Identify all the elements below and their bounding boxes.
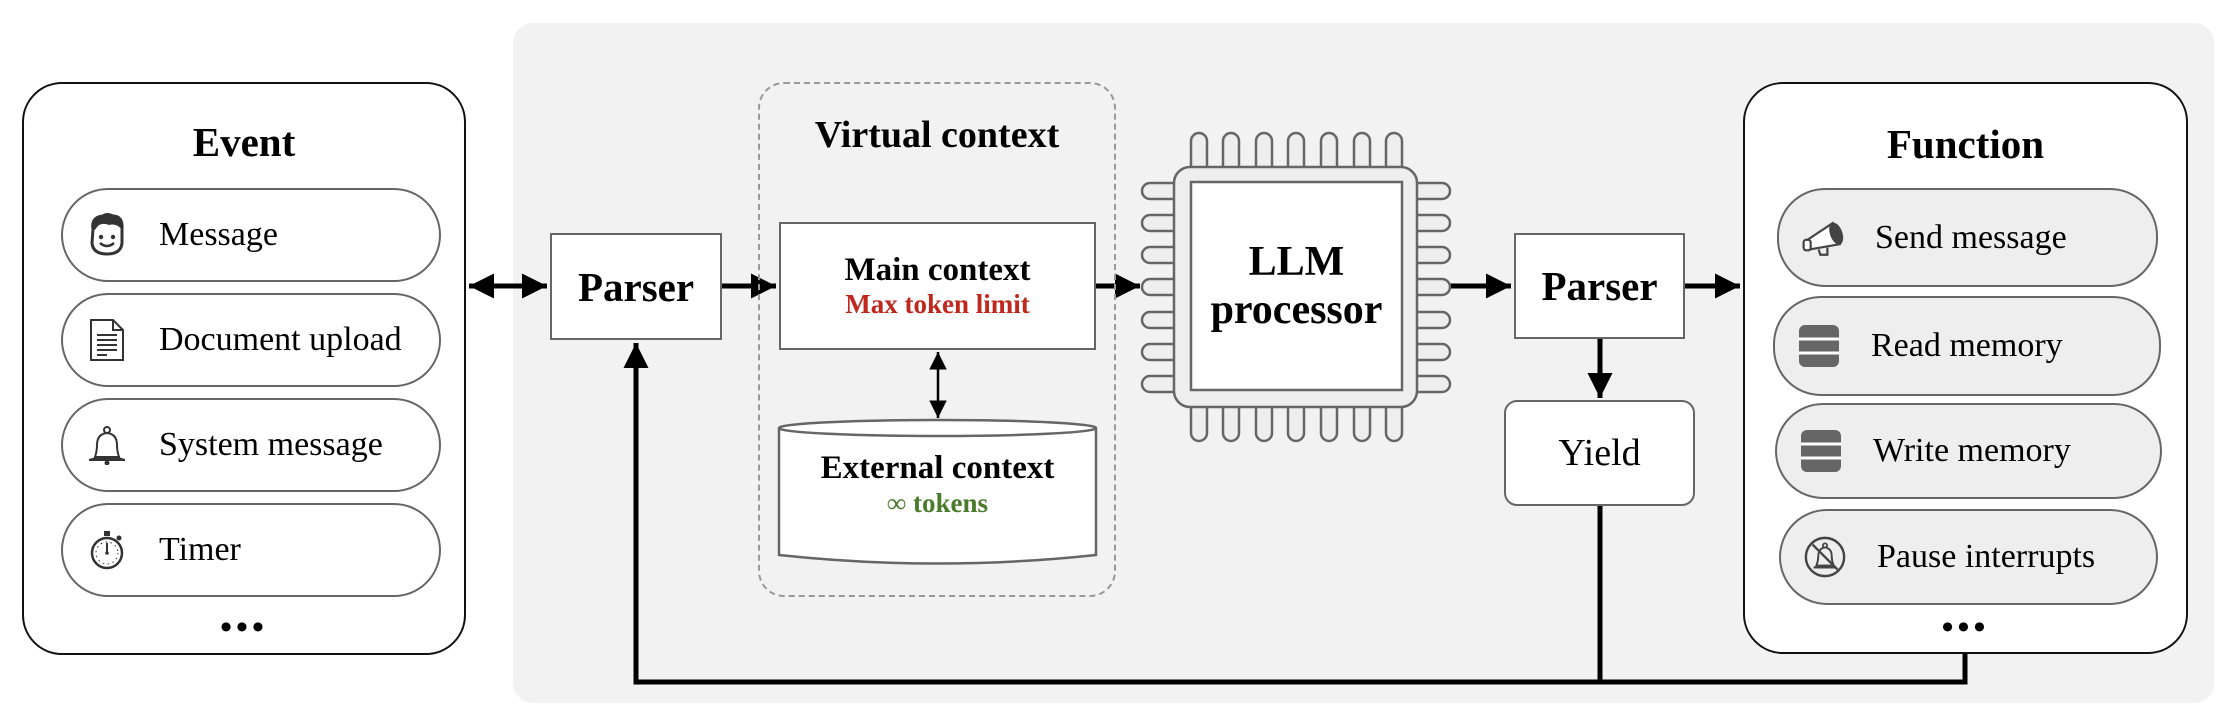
yield-label: Yield — [1558, 432, 1641, 474]
event-item-label: Timer — [159, 531, 241, 568]
event-item-label: Document upload — [159, 321, 402, 358]
function-item-label: Write memory — [1873, 432, 2071, 469]
event-panel-title: Event — [192, 119, 296, 165]
llm-processor-label: LLM processor — [1191, 182, 1402, 390]
function-item-write-memory[interactable]: Write memory — [1775, 403, 2162, 499]
function-item-send-message[interactable]: Send message — [1777, 188, 2158, 287]
function-item-label: Read memory — [1871, 327, 2063, 364]
external-context-title: External context — [820, 450, 1055, 486]
external-context-label-group: External context ∞ tokens — [779, 450, 1096, 519]
event-panel: Event Message Document upload System mes… — [22, 82, 466, 655]
stopwatch-icon — [85, 528, 129, 572]
event-more-ellipsis: ••• — [220, 609, 268, 646]
bell-icon — [85, 423, 129, 467]
virtual-context-title: Virtual context — [814, 114, 1060, 156]
output-parser-label: Parser — [1541, 263, 1658, 309]
bell-off-icon — [1803, 535, 1847, 579]
event-item-system-message[interactable]: System message — [61, 398, 441, 492]
function-panel: Function Send message Read memory Write … — [1743, 82, 2188, 654]
input-parser-label: Parser — [577, 263, 695, 310]
function-item-read-memory[interactable]: Read memory — [1773, 296, 2161, 396]
database-icon — [1797, 324, 1841, 368]
function-item-pause-interrupts[interactable]: Pause interrupts — [1779, 509, 2158, 605]
event-item-message[interactable]: Message — [61, 188, 441, 282]
event-item-timer[interactable]: Timer — [61, 503, 441, 597]
llm-processor-line2: processor — [1210, 287, 1383, 333]
input-parser-box: Parser — [550, 233, 722, 340]
function-more-ellipsis: ••• — [1941, 609, 1990, 646]
llm-processor-line1: LLM — [1248, 238, 1345, 285]
output-parser-box: Parser — [1514, 233, 1685, 339]
yield-box: Yield — [1504, 400, 1695, 506]
event-item-document-upload[interactable]: Document upload — [61, 293, 441, 387]
face-icon — [85, 213, 129, 257]
main-context-title: Main context — [844, 251, 1031, 288]
infinite-tokens-label: ∞ tokens — [886, 487, 988, 518]
database-icon — [1799, 429, 1843, 473]
function-panel-title: Function — [1886, 121, 2045, 167]
megaphone-icon — [1801, 216, 1845, 260]
max-token-limit-label: Max token limit — [845, 289, 1030, 320]
document-icon — [85, 318, 129, 362]
event-item-label: Message — [159, 216, 278, 253]
main-context-box: Main context Max token limit — [779, 222, 1096, 350]
event-item-label: System message — [159, 426, 383, 463]
function-item-label: Send message — [1875, 218, 2067, 256]
function-item-label: Pause interrupts — [1877, 538, 2096, 575]
